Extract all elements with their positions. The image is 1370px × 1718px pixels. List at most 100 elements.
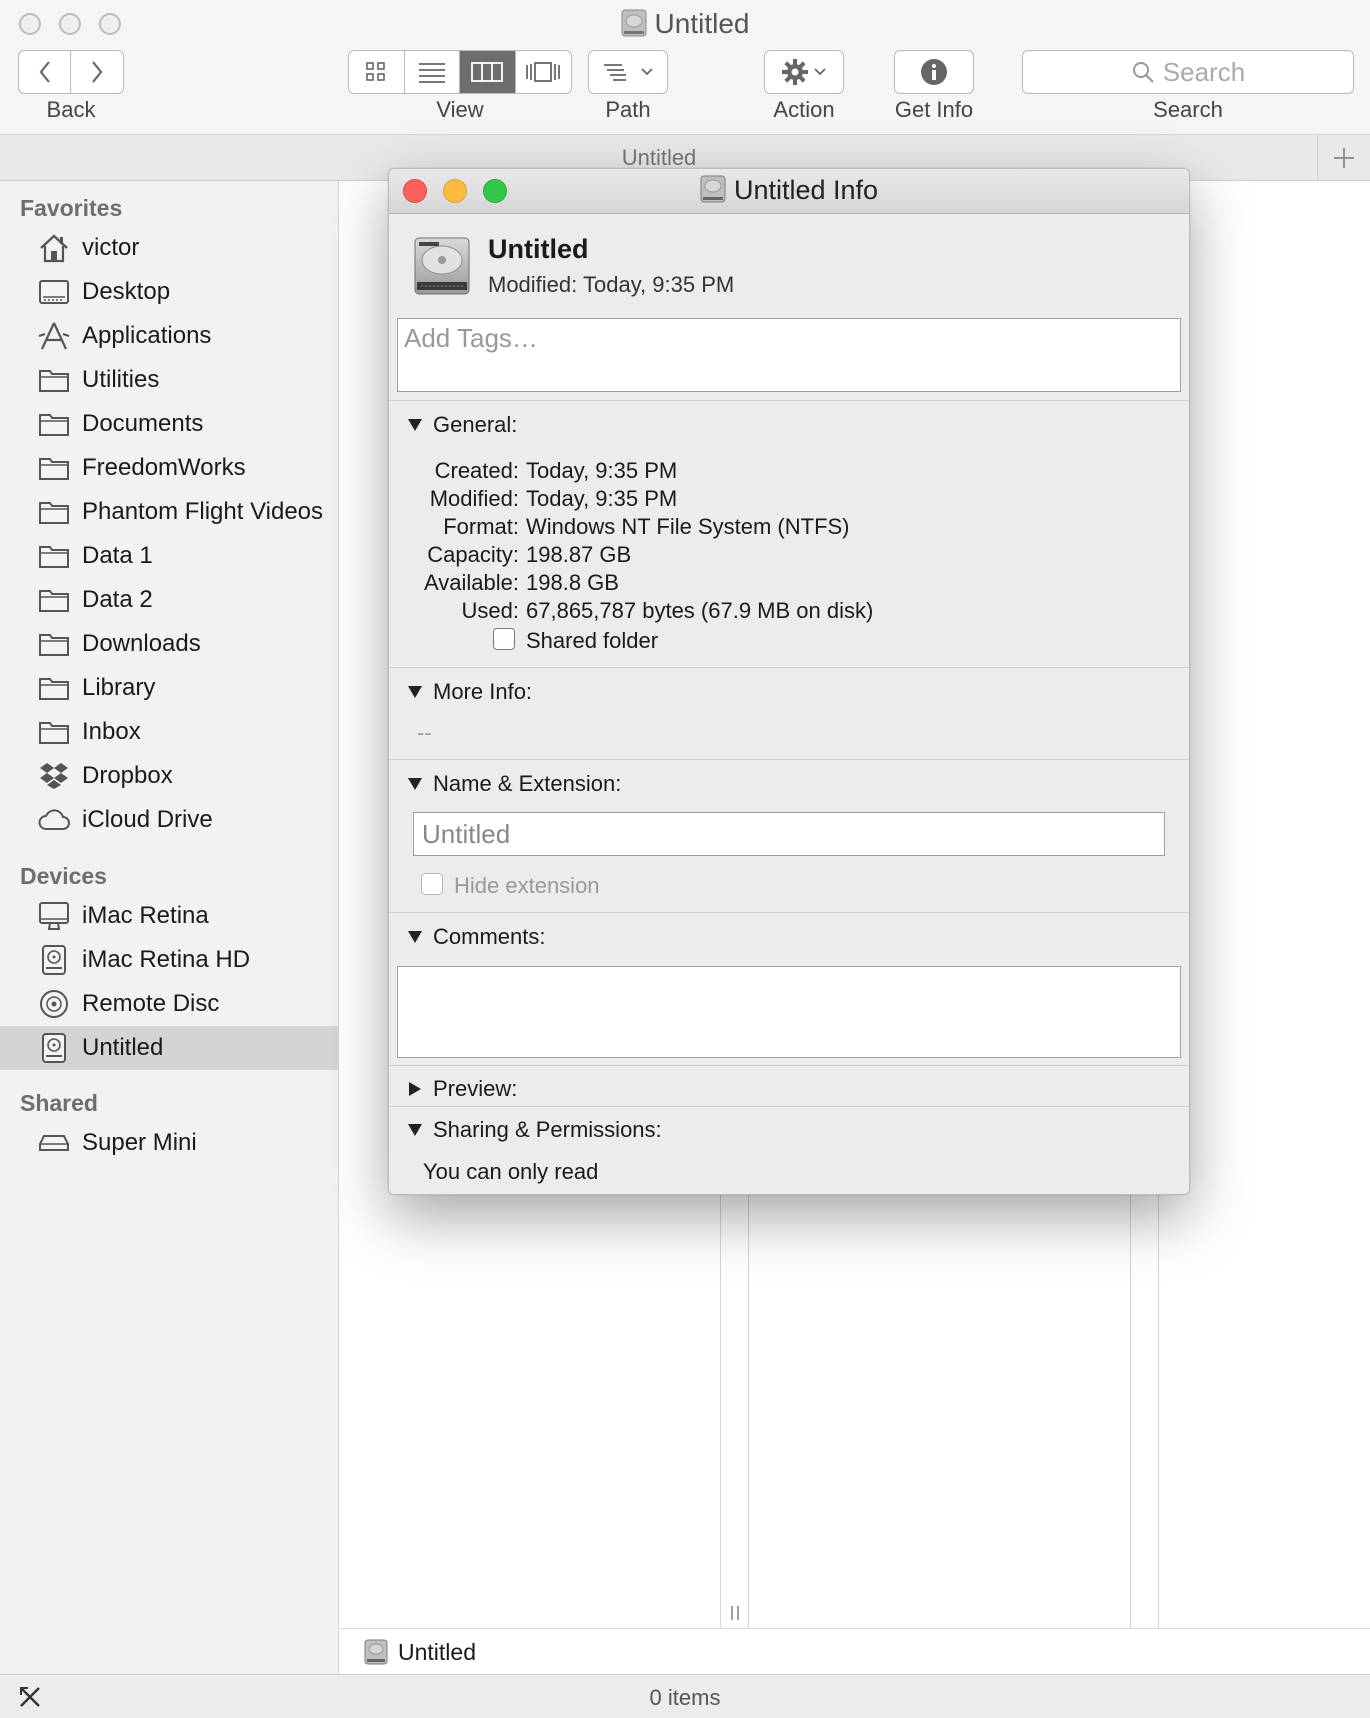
path-bar-item[interactable]: Untitled [398,1639,476,1666]
column-view-icon [471,62,504,82]
section-more-info-toggle[interactable]: More Info: [407,679,532,705]
format-label: Format: [443,514,519,539]
available-label: Available: [424,570,519,595]
disclosure-open-icon [408,419,422,431]
sidebar-heading-devices: Devices [20,863,107,889]
section-preview-heading: Preview: [433,1076,518,1101]
new-tab-button[interactable] [1317,135,1370,180]
modified-label: Modified: [429,486,519,511]
action-label: Action [773,97,835,122]
sidebar-item-label: Data 2 [82,586,153,613]
icon-view-button[interactable] [349,51,405,93]
info-item-name: Untitled [488,234,589,264]
back-forward-control [18,50,124,94]
shared-folder-label: Shared folder [526,628,659,653]
sidebar-item-victor[interactable]: victor [0,226,338,270]
sidebar-item-imac-retina[interactable]: iMac Retina [0,894,338,938]
disclosure-open-icon [408,1124,422,1136]
sidebar-item-data-1[interactable]: Data 1 [0,534,338,578]
sidebar-item-phantom-flight-videos[interactable]: Phantom Flight Videos [0,490,338,534]
tags-input[interactable]: Add Tags… [397,318,1181,392]
section-divider [389,1065,1189,1066]
sidebar-item-desktop[interactable]: Desktop [0,270,338,314]
get-info-button[interactable] [894,50,974,94]
sidebar-item-freedomworks[interactable]: FreedomWorks [0,446,338,490]
info-window: Untitled Info Untitled Modified: Today, … [388,168,1190,1195]
status-bar: 0 items [0,1674,1370,1718]
comments-textarea[interactable] [397,966,1181,1058]
capacity-value: 198.87 GB [526,542,632,567]
coverflow-view-icon [526,62,561,82]
section-sharing-permissions-toggle[interactable]: Sharing & Permissions: [407,1117,662,1143]
sidebar-item-label: Utilities [82,366,160,393]
available-value: 198.8 GB [526,570,619,595]
created-label: Created: [434,458,519,483]
sidebar-item-label: iCloud Drive [82,806,213,833]
hide-extension-label: Hide extension [454,873,600,898]
shared-folder-checkbox[interactable] [493,628,515,650]
section-general-toggle[interactable]: General: [407,412,517,438]
folder-icon [36,672,72,704]
sidebar-item-dropbox[interactable]: Dropbox [0,754,338,798]
path-menu-icon [604,64,626,81]
imac-icon [36,900,72,932]
hide-extension-checkbox[interactable] [421,873,443,895]
back-button[interactable] [19,51,72,93]
sidebar-item-super-mini[interactable]: Super Mini [0,1121,338,1165]
sidebar-item-label: FreedomWorks [82,454,246,481]
list-view-icon [418,63,445,83]
search-icon [1132,62,1154,83]
sidebar-item-documents[interactable]: Documents [0,402,338,446]
desktop-icon [36,276,72,308]
list-view-button[interactable] [405,51,460,93]
sidebar-item-imac-retina-hd[interactable]: iMac Retina HD [0,938,338,982]
hard-drive-icon [621,9,647,44]
home-icon [36,232,72,264]
info-icon [921,59,947,85]
sidebar-item-applications[interactable]: Applications [0,314,338,358]
sidebar-item-inbox[interactable]: Inbox [0,710,338,754]
section-preview-toggle[interactable]: Preview: [407,1076,517,1102]
sidebar-item-label: Data 1 [82,542,153,569]
section-name-extension-toggle[interactable]: Name & Extension: [407,771,621,797]
column-resize-handle[interactable] [728,1605,742,1621]
sidebar-item-label: Downloads [82,630,201,657]
sidebar-item-downloads[interactable]: Downloads [0,622,338,666]
info-titlebar: Untitled Info [389,169,1189,214]
coverflow-view-button[interactable] [516,51,572,93]
sidebar: Favorites victor Desktop Applications Ut… [0,181,339,1674]
sidebar-item-untitled[interactable]: Untitled [0,1026,338,1070]
disc-icon [36,988,72,1020]
sidebar-item-icloud-drive[interactable]: iCloud Drive [0,798,338,842]
folder-icon [36,628,72,660]
dropbox-icon [36,760,72,792]
info-title: Untitled Info [733,175,879,205]
format-value: Windows NT File System (NTFS) [526,514,850,539]
folder-icon [36,584,72,616]
sidebar-item-library[interactable]: Library [0,666,338,710]
used-value: 67,865,787 bytes (67.9 MB on disk) [526,598,874,623]
back-label: Back [46,97,96,122]
folder-icon [36,540,72,572]
column-view-button[interactable] [460,51,516,93]
section-divider [389,1106,1189,1107]
search-input[interactable]: Search [1022,50,1354,94]
info-item-modified: Modified: Today, 9:35 PM [488,272,735,297]
chevron-left-icon [39,61,50,83]
sidebar-item-utilities[interactable]: Utilities [0,358,338,402]
sidebar-item-remote-disc[interactable]: Remote Disc [0,982,338,1026]
disclosure-open-icon [408,931,422,943]
action-button[interactable] [764,50,844,94]
name-field[interactable]: Untitled [413,812,1165,856]
section-comments-toggle[interactable]: Comments: [407,924,545,950]
section-name-extension-heading: Name & Extension: [433,771,622,796]
section-divider [389,400,1189,401]
section-divider [389,667,1189,668]
sidebar-item-label: Inbox [82,718,141,745]
path-button[interactable] [588,50,668,94]
window-title: Untitled [654,8,750,39]
sidebar-item-data-2[interactable]: Data 2 [0,578,338,622]
sidebar-item-label: victor [82,234,140,261]
more-info-value: -- [417,720,432,745]
forward-button[interactable] [71,51,123,93]
